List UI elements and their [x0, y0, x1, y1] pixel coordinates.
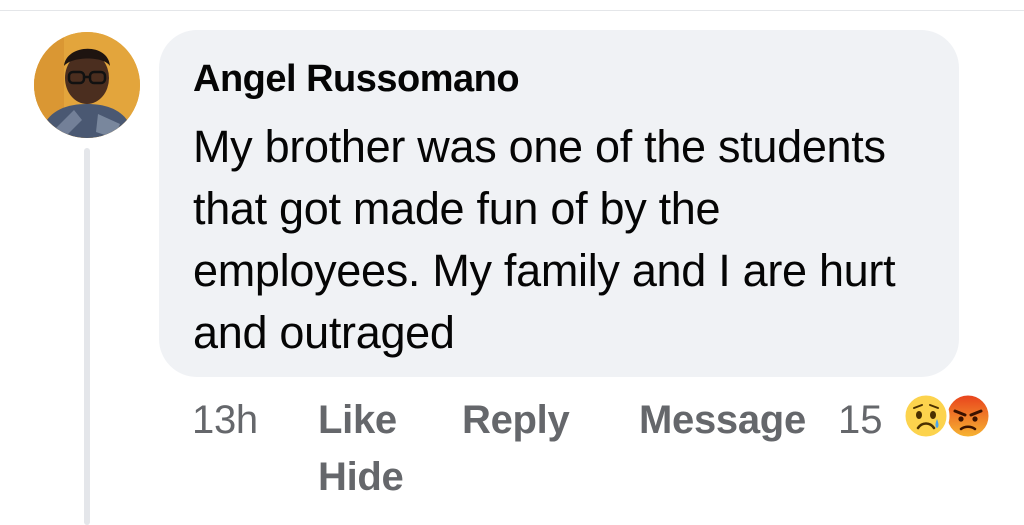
avatar[interactable]	[34, 32, 140, 138]
reply-button[interactable]: Reply	[462, 398, 570, 443]
top-divider	[0, 0, 1024, 11]
angry-emoji-icon[interactable]	[944, 392, 992, 440]
message-button[interactable]: Message	[639, 398, 806, 443]
comment-text: My brother was one of the students that …	[193, 121, 896, 358]
comment-timestamp[interactable]: 13h	[192, 398, 258, 443]
reaction-count[interactable]: 15	[838, 398, 883, 443]
like-button[interactable]: Like	[318, 398, 397, 443]
comment-author-name[interactable]: Angel Russomano	[193, 58, 520, 101]
sad-emoji-icon[interactable]	[902, 392, 950, 440]
reply-thread-line	[84, 148, 90, 525]
hide-button[interactable]: Hide	[318, 455, 404, 500]
